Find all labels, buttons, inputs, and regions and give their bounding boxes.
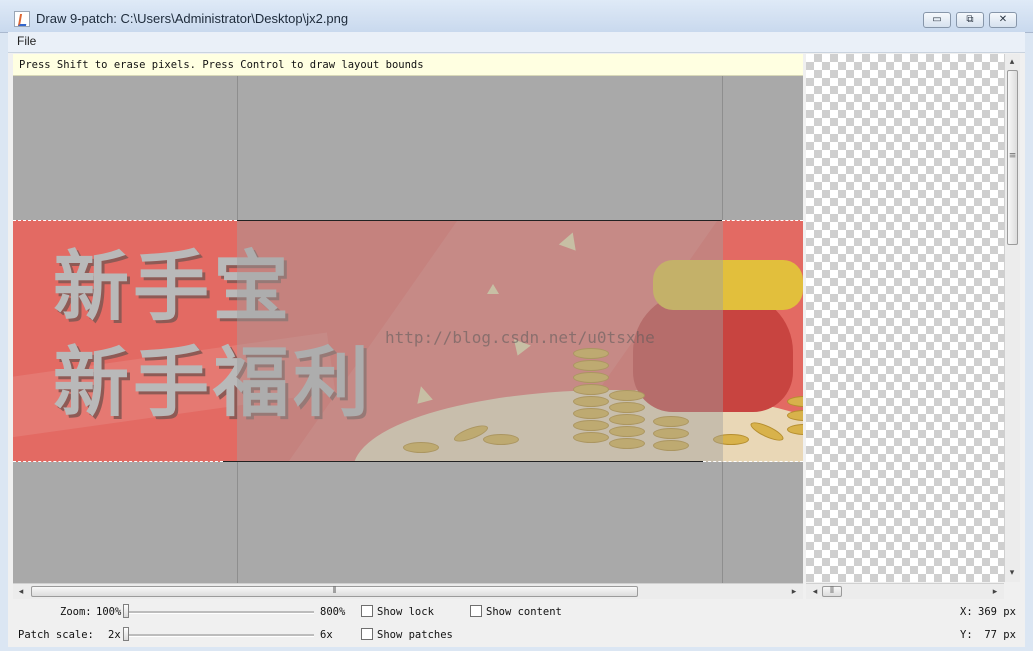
hint-strip: Press Shift to erase pixels. Press Contr… [13,54,803,76]
zoom-slider[interactable] [126,611,314,614]
y-coord-value: 77 px [978,629,1016,641]
patch-bottom-edge [13,461,223,462]
x-coord-value: 369 px [978,606,1016,618]
patch-marker-bottom[interactable] [223,461,703,462]
patch-marker-top[interactable] [237,220,722,221]
java-app-icon [14,11,30,27]
minimize-button[interactable]: ▭ [923,12,951,28]
patch-top-edge [13,220,237,221]
patch-top-edge [722,220,803,221]
patch-scale-slider-knob[interactable] [123,627,129,641]
menu-file[interactable]: File [17,34,36,48]
patch-scale-label: Patch scale: [18,629,94,641]
minimize-icon: ▭ [932,14,942,25]
zoom-slider-knob[interactable] [123,604,129,618]
preview-h-scroll-thumb[interactable]: ⦀ [822,586,842,597]
close-button[interactable]: ✕ [989,12,1017,28]
patch-bottom-edge [703,461,803,462]
show-patches-checkbox[interactable] [361,628,373,640]
y-coord-label: Y: [960,629,973,641]
scroll-right-icon[interactable]: ▸ [988,585,1002,599]
scroll-down-icon[interactable]: ▾ [1005,566,1019,580]
menu-bar: File [8,32,1025,53]
patch-scale-slider[interactable] [126,634,314,637]
hint-text: Press Shift to erase pixels. Press Contr… [19,59,424,71]
patch-scale-max-label: 6x [320,629,333,641]
watermark-text: http://blog.csdn.net/u0tsxhe [385,328,655,347]
show-lock-label[interactable]: Show lock [377,606,434,618]
patch-editor-canvas[interactable]: 新手宝 新手福利 http://blog.csdn.net/u0tsxhe [13,76,803,583]
restore-icon: ⧉ [966,14,974,25]
close-icon: ✕ [998,14,1008,25]
scroll-left-icon[interactable]: ◂ [808,585,822,599]
scroll-up-icon[interactable]: ▴ [1005,55,1019,69]
show-content-label[interactable]: Show content [486,606,562,618]
maximize-button[interactable]: ⧉ [956,12,984,28]
show-content-checkbox[interactable] [470,605,482,617]
window-title: Draw 9-patch: C:\Users\Administrator\Des… [36,11,349,26]
zoom-max-label: 800% [320,606,346,618]
zoom-label: Zoom: [60,606,92,618]
grip-icon: ⦀ [830,586,834,596]
editor-scroll-thumb[interactable]: ⦀ [31,586,638,597]
preview-scroll-thumb[interactable]: ≡ [1007,70,1018,245]
show-lock-checkbox[interactable] [361,605,373,617]
scroll-right-icon[interactable]: ▸ [787,585,801,599]
preview-horizontal-scrollbar[interactable]: ◂ ⦀ ▸ [806,583,1004,599]
zoom-value: 100% [96,606,122,618]
x-coord-label: X: [960,606,973,618]
grip-icon: ⦀ [332,586,337,596]
show-patches-label[interactable]: Show patches [377,629,453,641]
title-bar: Draw 9-patch: C:\Users\Administrator\Des… [0,0,1033,33]
preview-vertical-scrollbar[interactable]: ▴ ≡ ▾ [1004,54,1020,582]
scroll-left-icon[interactable]: ◂ [14,585,28,599]
editor-horizontal-scrollbar[interactable]: ◂ ⦀ ▸ [13,583,803,599]
preview-pane[interactable] [806,54,1004,582]
patch-scale-value: 2x [108,629,121,641]
grip-icon: ≡ [1008,151,1017,161]
coin [787,396,803,407]
